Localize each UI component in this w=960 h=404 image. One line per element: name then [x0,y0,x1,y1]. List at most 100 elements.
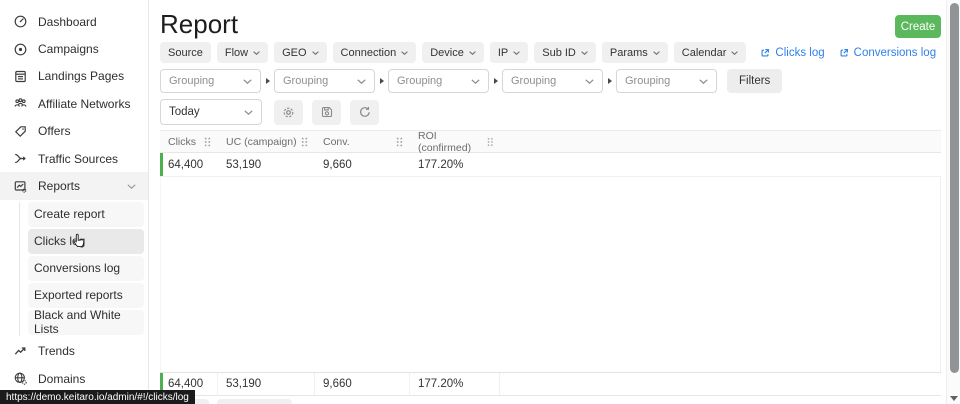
status-url-text: https://demo.keitaro.io/admin/#!/clicks/… [6,392,189,403]
chevron-down-icon [471,79,480,84]
filter-chip-flow[interactable]: Flow [217,42,268,63]
drag-grip-icon[interactable] [487,137,493,147]
conversions-log-link[interactable]: Conversions log [839,47,936,59]
chip-label: Params [610,47,648,59]
filter-chip-device[interactable]: Device [422,42,484,63]
grouping-separator-arrow [494,78,498,84]
network-icon [14,97,27,110]
column-header-spacer [500,131,941,152]
drag-grip-icon[interactable] [301,137,308,147]
cell-clicks: 64,400 [160,159,218,171]
column-label: ROI (confirmed) [418,130,487,154]
grouping-select-3[interactable]: Grouping [388,69,489,93]
reports-icon [14,180,27,193]
grouping-row: Grouping Grouping Grouping Grouping Grou… [160,69,782,93]
scrollbar-down-arrow[interactable] [950,396,958,401]
chevron-down-icon [731,51,738,55]
column-label: Clicks [168,136,196,148]
pagination-page-size-select[interactable] [217,399,292,404]
filter-chip-sub-id[interactable]: Sub ID [534,42,596,63]
subnav-label: Create report [34,207,105,221]
sidebar-item-traffic-sources[interactable]: Traffic Sources [0,145,148,172]
drag-grip-icon[interactable] [396,137,403,147]
external-link-icon [839,48,849,58]
refresh-button[interactable] [350,100,379,125]
sidebar-item-black-white-lists[interactable]: Black and White Lists [28,310,144,335]
sidebar-item-conversions-log[interactable]: Conversions log [28,256,144,281]
save-report-button[interactable] [312,100,341,125]
chevron-down-icon [401,51,408,55]
subnav-label: Clicks log [34,234,85,248]
grouping-select-4[interactable]: Grouping [502,69,603,93]
drag-grip-icon[interactable] [204,137,211,147]
grouping-select-5[interactable]: Grouping [616,69,717,93]
sidebar-item-dashboard[interactable]: Dashboard [0,8,148,35]
chevron-down-icon [469,51,476,55]
filter-chip-geo[interactable]: GEO [274,42,326,63]
sidebar-item-reports[interactable]: Reports [0,172,148,199]
chevron-down-icon [699,79,708,84]
table-header: Clicks UC (campaign) Conv. ROI (confirme… [160,130,941,153]
sidebar-item-affiliate-networks[interactable]: Affiliate Networks [0,90,148,117]
cell-uc-campaign: 53,190 [218,159,315,171]
cell-conv: 9,660 [315,159,410,171]
save-report-icon [321,106,333,118]
sidebar-item-trends[interactable]: Trends [0,338,148,365]
link-label: Clicks log [775,47,824,59]
cell-roi-confirmed: 177.20% [410,159,500,171]
chevron-down-icon [653,51,660,55]
sidebar-item-clicks-log[interactable]: Clicks log [28,229,144,254]
column-header-uc-campaign[interactable]: UC (campaign) [218,131,315,152]
chip-label: Device [430,47,464,59]
settings-button[interactable] [274,100,303,125]
date-range-row: Today [160,99,379,125]
filter-chip-source[interactable]: Source [160,42,211,63]
date-range-value: Today [169,106,200,118]
sidebar-item-exported-reports[interactable]: Exported reports [28,283,144,308]
trend-up-icon [14,345,27,358]
split-arrow-icon [14,152,27,165]
select-placeholder: Grouping [625,75,670,87]
filter-chip-calendar[interactable]: Calendar [674,42,747,63]
chip-label: IP [498,47,508,59]
chip-label: Flow [225,47,248,59]
scrollbar-thumb[interactable] [950,3,959,373]
date-range-select[interactable]: Today [160,99,262,125]
chevron-down-icon [243,79,252,84]
filter-chip-ip[interactable]: IP [490,42,528,63]
grouping-separator-arrow [380,78,384,84]
sidebar-item-campaigns[interactable]: Campaigns [0,35,148,62]
sidebar-item-offers[interactable]: Offers [0,118,148,145]
grouping-select-2[interactable]: Grouping [274,69,375,93]
sidebar-item-label: Domains [38,372,85,386]
grouping-select-1[interactable]: Grouping [160,69,261,93]
table-summary-row: 64,400 53,190 9,660 177.20% [160,372,941,396]
create-button[interactable]: Create [895,15,941,38]
column-header-clicks[interactable]: Clicks [160,131,218,152]
sidebar-item-label: Offers [38,124,70,138]
sidebar-item-create-report[interactable]: Create report [28,202,144,227]
sidebar: Dashboard Campaigns Landings Pages Affil… [0,0,149,404]
filter-chip-params[interactable]: Params [602,42,668,63]
column-header-roi-confirmed[interactable]: ROI (confirmed) [410,131,500,152]
sidebar-item-label: Traffic Sources [38,152,118,166]
page-title: Report [160,9,238,40]
target-icon [14,43,27,56]
vertical-scrollbar[interactable] [946,0,960,404]
table-row[interactable]: 64,400 53,190 9,660 177.20% [160,153,941,177]
column-header-conv[interactable]: Conv. [315,131,410,152]
submenu-indent-guide [19,202,20,336]
select-placeholder: Grouping [397,75,442,87]
sidebar-item-domains[interactable]: Domains [0,365,148,392]
filter-chip-connection[interactable]: Connection [333,42,417,63]
summary-spacer [500,373,941,395]
chevron-down-icon [581,51,588,55]
pages-icon [14,70,27,83]
chevron-down-icon [357,79,366,84]
clicks-log-link[interactable]: Clicks log [760,47,824,59]
filters-button[interactable]: Filters [727,69,782,93]
chevron-down-icon [244,110,253,115]
column-label: UC (campaign) [226,136,297,148]
sidebar-item-landings-pages[interactable]: Landings Pages [0,63,148,90]
summary-roi-confirmed: 177.20% [410,373,500,395]
